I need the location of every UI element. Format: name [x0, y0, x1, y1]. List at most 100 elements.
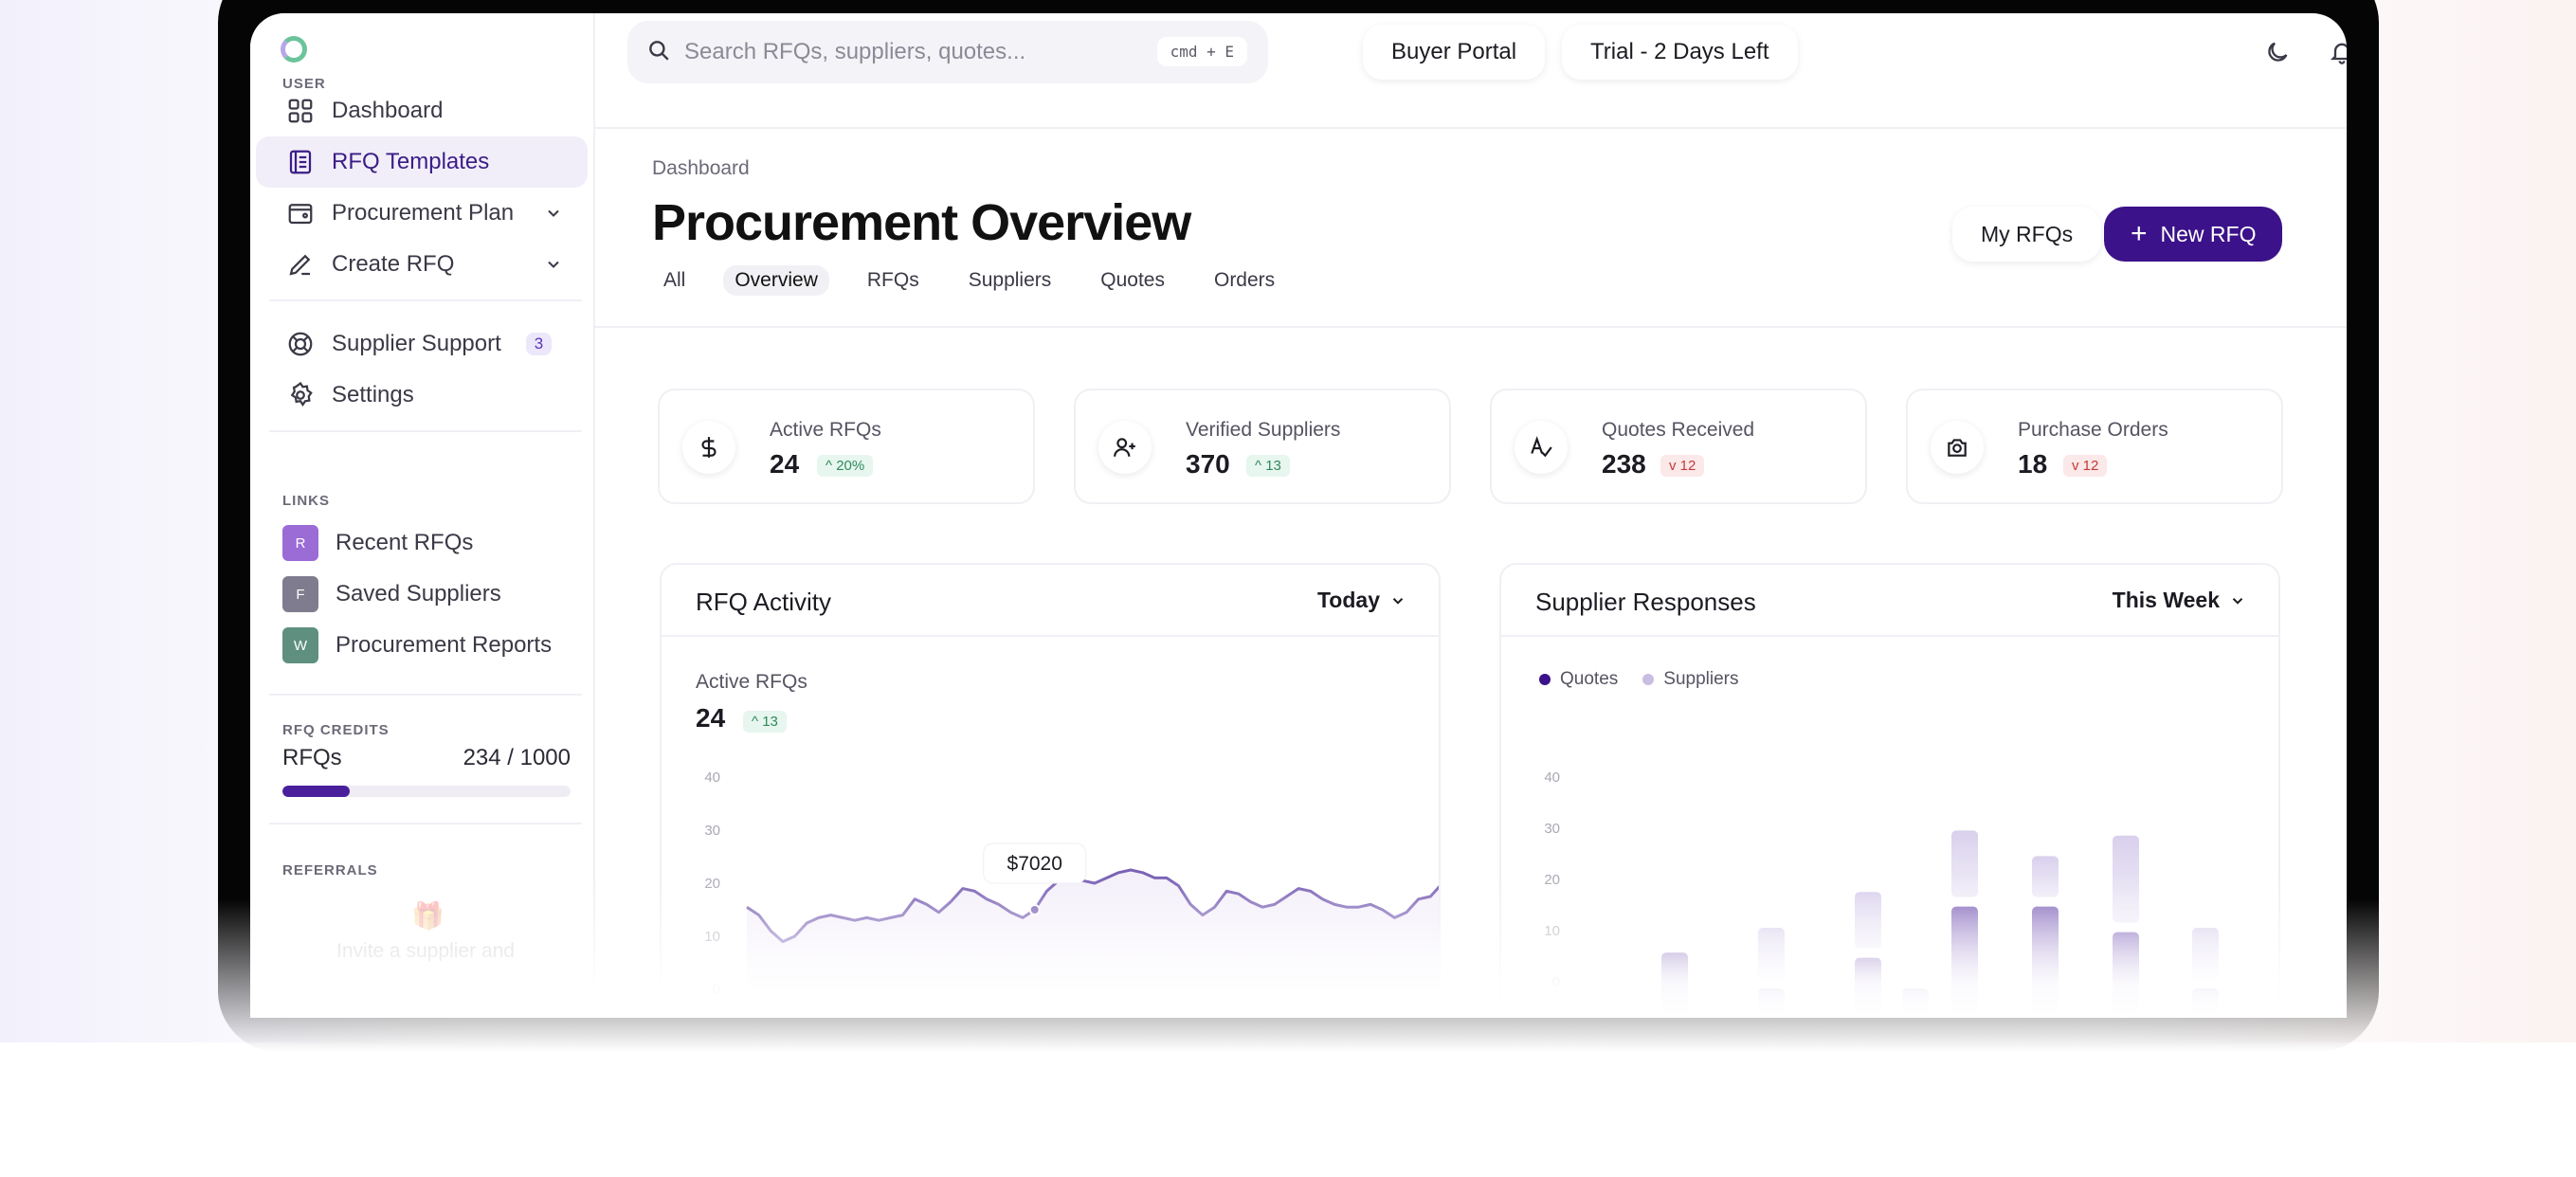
y-tick-label: 10 [704, 929, 720, 945]
stat-card-active-rfqs[interactable]: Active RFQs 24 ^ 20% [658, 389, 1035, 504]
stat-card-verified-suppliers[interactable]: Verified Suppliers 370 ^ 13 [1074, 389, 1451, 504]
stat-change-badge: v 12 [2063, 455, 2108, 477]
bar-suppliers[interactable] [2032, 856, 2059, 897]
signature-icon [1515, 421, 1568, 474]
tab-overview[interactable]: Overview [723, 265, 829, 296]
stat-change-badge: ^ 13 [1246, 455, 1290, 477]
sidebar-item-procurement-plan[interactable]: Procurement Plan [256, 188, 588, 239]
bar-quotes[interactable] [1855, 957, 1881, 1014]
stat-label: Purchase Orders [2018, 419, 2168, 441]
bar-suppliers[interactable] [1951, 830, 1978, 897]
section-label-credits: RFQ CREDITS [282, 722, 390, 738]
tooltip-label: $7020 [1007, 853, 1062, 875]
bar-quotes[interactable] [1902, 988, 1929, 1014]
highlight-point[interactable] [1028, 904, 1041, 915]
y-tick-label: 0 [713, 982, 720, 998]
wallet-icon [284, 197, 317, 229]
bar-quotes[interactable] [1951, 906, 1978, 1014]
y-tick-label: 30 [704, 823, 720, 839]
link-label: Saved Suppliers [336, 581, 501, 607]
dollar-icon [682, 421, 735, 474]
stat-card-quotes-received[interactable]: Quotes Received 238 v 12 [1490, 389, 1867, 504]
link-avatar: R [282, 525, 318, 561]
bar-quotes[interactable] [2032, 906, 2059, 1014]
new-rfq-button[interactable]: + New RFQ [2104, 207, 2283, 262]
link-recent-rfqs[interactable]: R Recent RFQs [282, 525, 473, 561]
sidebar-item-create-rfq[interactable]: Create RFQ [256, 239, 588, 290]
sidebar-item-dashboard[interactable]: Dashboard [256, 85, 588, 136]
search-bar[interactable]: cmd + E [627, 21, 1268, 83]
credits-row: RFQs 234 / 1000 [282, 745, 571, 771]
laptop-frame: USER Dashboard RFQ Templates Procurement… [218, 0, 2379, 1052]
sidebar-divider [269, 430, 582, 432]
y-tick-label: 0 [1552, 974, 1560, 990]
moon-icon[interactable] [2261, 36, 2294, 68]
bar-quotes[interactable] [1758, 988, 1785, 1014]
stat-value: 24 [770, 449, 800, 479]
rfq-activity-panel: RFQ Activity Today Active RFQs 24 ^ 13 4… [660, 563, 1441, 1018]
bar-suppliers[interactable] [1758, 928, 1785, 979]
sidebar-item-label: Supplier Support [332, 331, 501, 356]
user-plus-icon [1098, 421, 1152, 474]
topbar: cmd + E Buyer Portal Trial - 2 Days Left… [595, 13, 2347, 129]
search-icon [646, 38, 671, 67]
grid-icon [284, 95, 317, 127]
tab-quotes[interactable]: Quotes [1089, 265, 1176, 296]
tab-suppliers[interactable]: Suppliers [957, 265, 1063, 296]
sidebar-item-settings[interactable]: Settings [256, 370, 588, 421]
buyer-portal-button[interactable]: Buyer Portal [1363, 25, 1546, 80]
link-label: Recent RFQs [336, 530, 474, 555]
trial-badge[interactable]: Trial - 2 Days Left [1562, 25, 1798, 80]
plus-icon: + [2131, 218, 2148, 249]
sidebar-item-rfq-templates[interactable]: RFQ Templates [256, 136, 588, 188]
document-icon [284, 146, 317, 178]
sidebar: USER Dashboard RFQ Templates Procurement… [250, 13, 595, 1018]
bar-suppliers[interactable] [1855, 892, 1881, 949]
stat-label: Verified Suppliers [1186, 419, 1341, 441]
support-count-badge: 3 [525, 333, 553, 355]
stat-label: Active RFQs [770, 419, 881, 441]
search-input[interactable] [684, 39, 1139, 65]
bell-icon[interactable] [2326, 36, 2347, 68]
tab-all[interactable]: All [652, 265, 697, 296]
bar-suppliers[interactable] [2192, 928, 2219, 979]
stat-change: 12 [1679, 458, 1696, 474]
stat-change: 13 [1265, 458, 1281, 474]
lifebuoy-icon [284, 328, 317, 360]
chevron-down-icon[interactable] [544, 254, 563, 281]
rfq-activity-line-chart[interactable]: 40 30 20 10 0 $7020 [662, 565, 1441, 1018]
stat-value: 238 [1602, 449, 1646, 479]
supplier-responses-bar-chart[interactable]: 40 30 20 10 0 [1501, 565, 2280, 1018]
y-tick-label: 30 [1544, 821, 1560, 837]
supplier-responses-panel: Supplier Responses This Week Quotes Supp… [1499, 563, 2280, 1018]
y-tick-label: 10 [1544, 923, 1560, 939]
app-logo[interactable] [281, 36, 307, 63]
pen-icon [284, 248, 317, 281]
bar-quotes[interactable] [1661, 952, 1688, 1014]
stat-change-badge: v 12 [1660, 455, 1705, 477]
breadcrumb[interactable]: Dashboard [652, 157, 750, 180]
tab-orders[interactable]: Orders [1203, 265, 1286, 296]
sidebar-item-supplier-support[interactable]: Supplier Support 3 [256, 318, 588, 370]
link-saved-suppliers[interactable]: F Saved Suppliers [282, 576, 501, 612]
page-header: Dashboard Procurement Overview All Overv… [595, 129, 2347, 328]
link-avatar: W [282, 627, 318, 663]
camera-icon [1931, 421, 1984, 474]
new-rfq-label: New RFQ [2160, 221, 2257, 246]
sidebar-item-label: RFQ Templates [332, 149, 490, 174]
section-label-links: LINKS [282, 493, 330, 509]
bar-quotes[interactable] [2113, 932, 2139, 1014]
link-label: Procurement Reports [336, 632, 553, 658]
stat-card-purchase-orders[interactable]: Purchase Orders 18 v 12 [1906, 389, 2283, 504]
y-tick-label: 40 [1544, 770, 1560, 786]
line-area [747, 870, 1439, 989]
my-rfqs-button[interactable]: My RFQs [1952, 207, 2102, 262]
tab-rfqs[interactable]: RFQs [856, 265, 931, 296]
stat-value: 18 [2018, 449, 2048, 479]
bar-quotes[interactable] [2192, 988, 2219, 1014]
credits-progress-fill [282, 786, 351, 797]
bar-suppliers[interactable] [2113, 835, 2139, 923]
chevron-down-icon[interactable] [544, 203, 563, 229]
search-shortcut: cmd + E [1156, 37, 1247, 66]
link-procurement-reports[interactable]: W Procurement Reports [282, 627, 552, 663]
